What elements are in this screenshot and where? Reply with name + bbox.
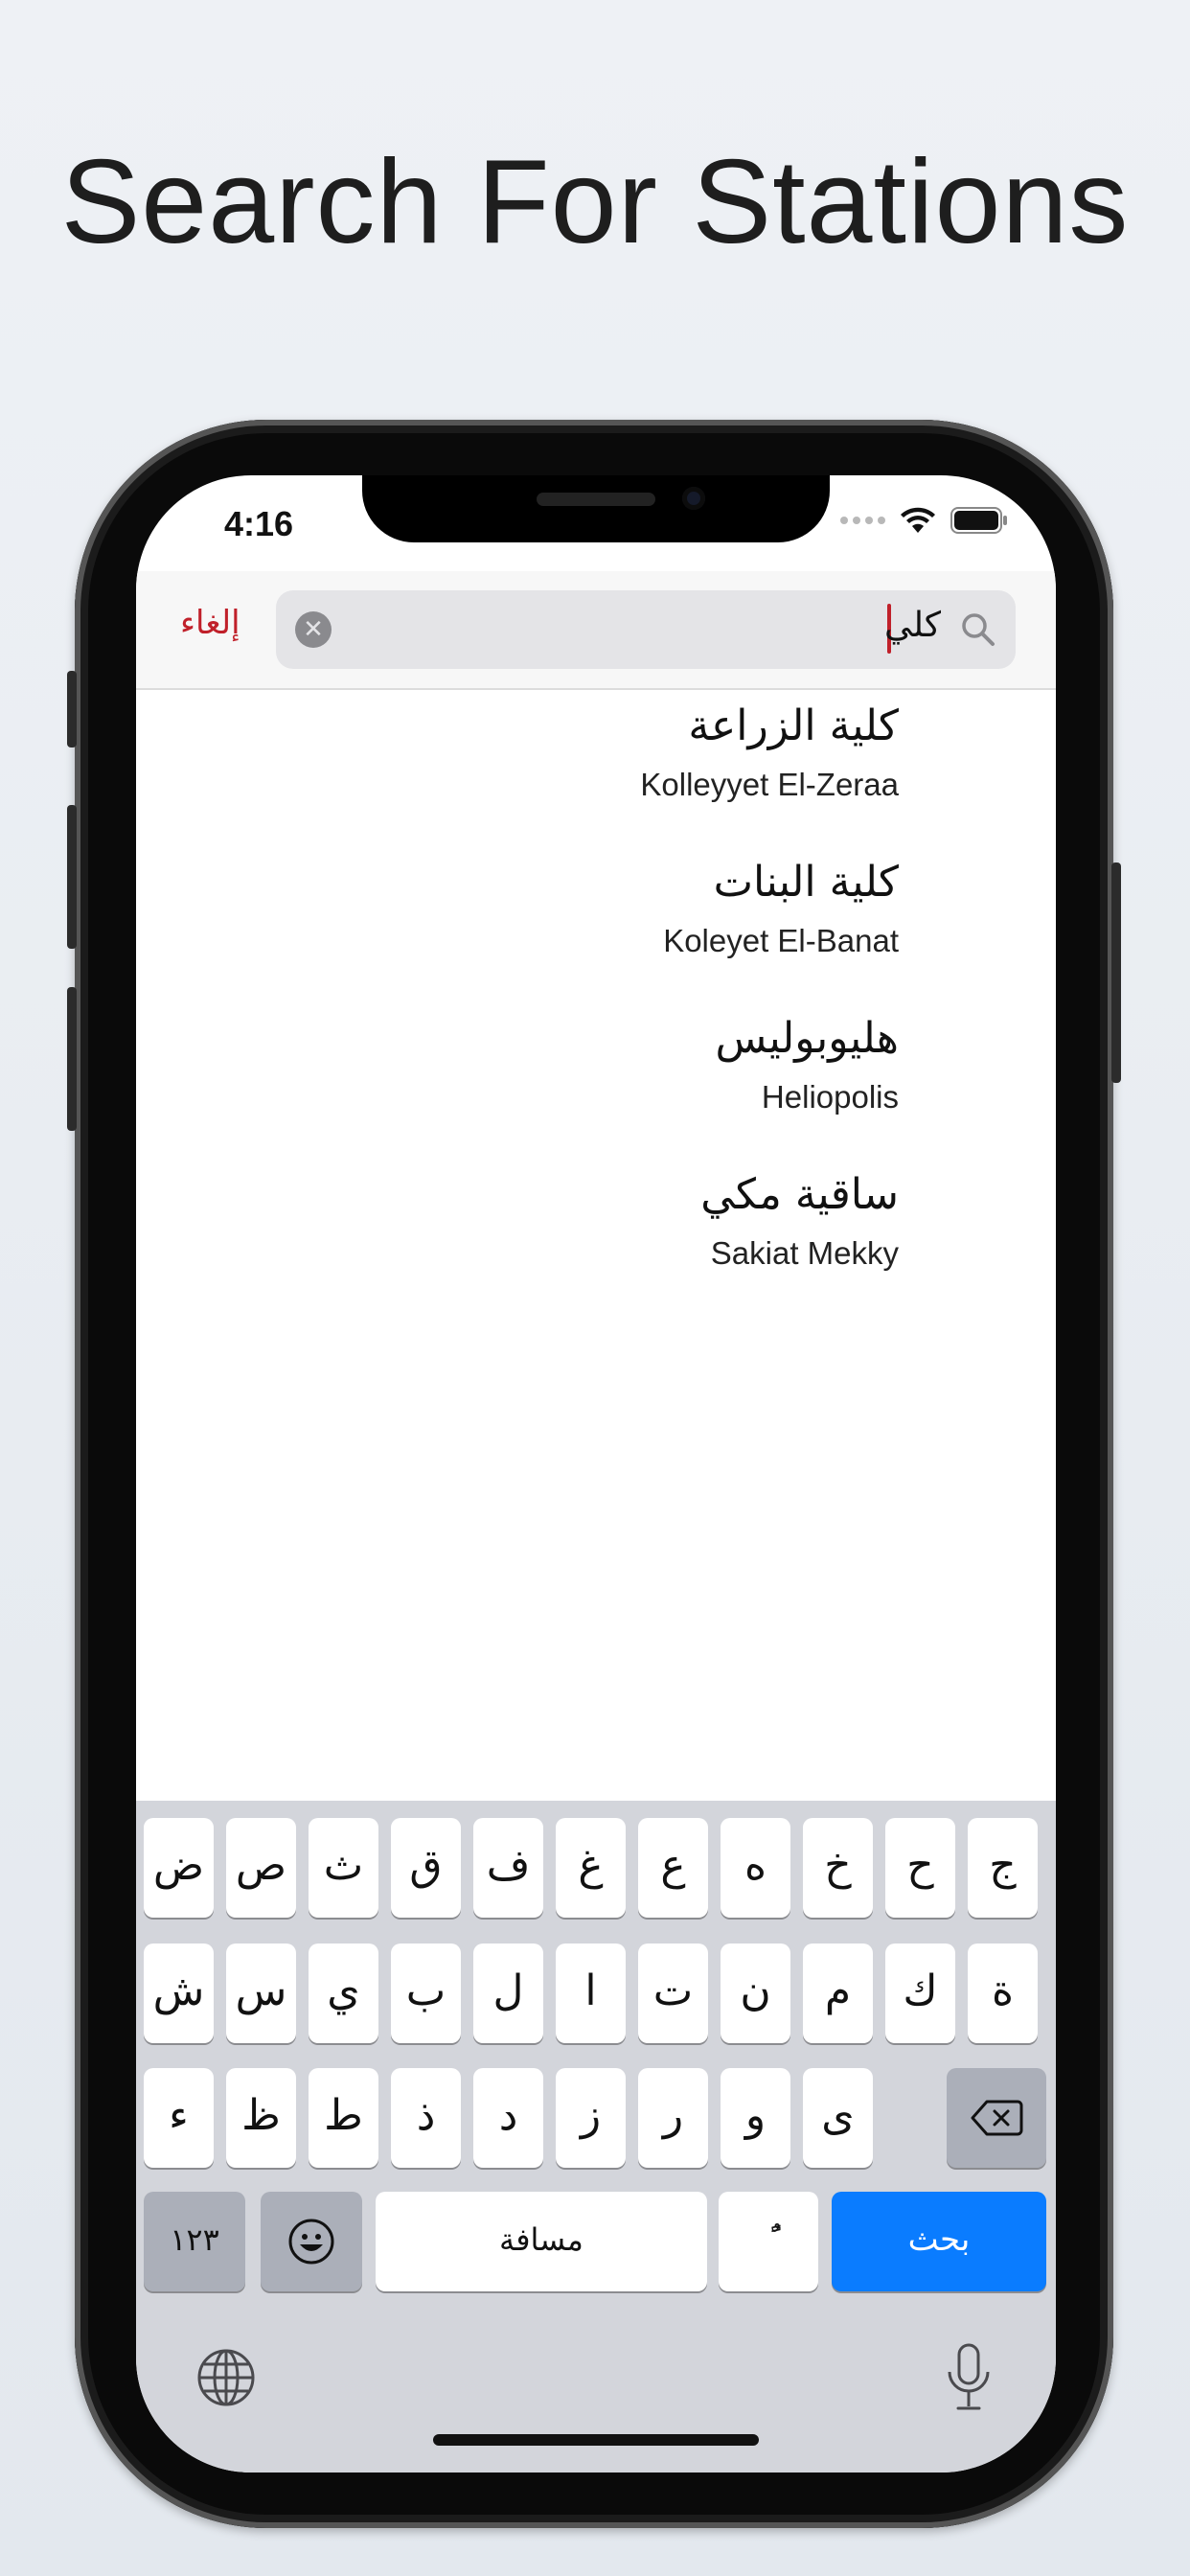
key[interactable]: ي: [309, 1944, 378, 2043]
phone-screen: 4:16 إلغاء ✕ كلي كلي ة الزراعة Kolleyyet …: [136, 475, 1056, 2472]
key[interactable]: ط: [309, 2068, 378, 2168]
numbers-key[interactable]: ١٢٣: [144, 2192, 245, 2291]
key[interactable]: غ: [556, 1818, 626, 1918]
emoji-key[interactable]: [261, 2192, 362, 2291]
status-time: 4:16: [224, 504, 294, 543]
key[interactable]: ة: [968, 1944, 1038, 2043]
front-camera: [682, 487, 705, 510]
backspace-icon: [971, 2100, 1023, 2136]
result-item[interactable]: هليوبوليس Heliopolis: [136, 1010, 1056, 1166]
key[interactable]: ن: [721, 1944, 790, 2043]
search-key[interactable]: بحث: [832, 2192, 1046, 2291]
emoji-icon: [288, 2219, 334, 2265]
key[interactable]: ج: [968, 1818, 1038, 1918]
page-headline: Search For Stations: [60, 136, 1130, 268]
station-name-arabic: كلية الزراعة: [688, 702, 899, 750]
key[interactable]: ء: [144, 2068, 214, 2168]
status-indicators: [840, 506, 1008, 535]
station-name-arabic: كلية البنات: [713, 858, 899, 907]
key[interactable]: ش: [144, 1944, 214, 2043]
key[interactable]: و: [721, 2068, 790, 2168]
search-bar: إلغاء ✕ كلي: [136, 571, 1056, 690]
station-name-arabic: هليوبوليس: [715, 1014, 899, 1063]
space-key[interactable]: مسافة: [376, 2192, 707, 2291]
station-name-english: Heliopolis: [761, 1079, 899, 1115]
key[interactable]: ث: [309, 1818, 378, 1918]
station-name-english: Sakiat Mekky: [710, 1235, 899, 1271]
microphone-icon[interactable]: [945, 2343, 993, 2412]
signal-dots-icon: [840, 517, 885, 524]
key[interactable]: ل: [473, 1944, 543, 2043]
volume-up-button: [67, 805, 77, 949]
key[interactable]: ظ: [226, 2068, 296, 2168]
key[interactable]: ح: [885, 1818, 955, 1918]
key[interactable]: ص: [226, 1818, 296, 1918]
key[interactable]: ر: [638, 2068, 708, 2168]
key[interactable]: ع: [638, 1818, 708, 1918]
key[interactable]: خ: [803, 1818, 873, 1918]
station-name-arabic: ساقية مكي: [700, 1170, 899, 1219]
home-indicator[interactable]: [433, 2434, 759, 2446]
speaker-grille: [537, 493, 655, 506]
station-name-english: Koleyet El-Banat: [663, 923, 899, 958]
station-name-english: Kolleyyet El-Zeraa: [640, 767, 899, 802]
results-list: كلية الزراعة Kolleyyet El-Zeraa كلية الب…: [136, 698, 1056, 1322]
result-item[interactable]: ساقية مكي Sakiat Mekky: [136, 1166, 1056, 1322]
key[interactable]: ى: [803, 2068, 873, 2168]
battery-icon: [950, 507, 1007, 534]
key[interactable]: ت: [638, 1944, 708, 2043]
result-item[interactable]: كلية البنات Koleyet El-Banat: [136, 854, 1056, 1010]
search-query: كلي: [883, 606, 941, 645]
globe-icon[interactable]: [195, 2347, 257, 2408]
cancel-button[interactable]: إلغاء: [180, 604, 240, 642]
key[interactable]: ب: [391, 1944, 461, 2043]
key[interactable]: ذ: [391, 2068, 461, 2168]
key[interactable]: ق: [391, 1818, 461, 1918]
result-item[interactable]: كلية الزراعة Kolleyyet El-Zeraa: [136, 698, 1056, 854]
key[interactable]: ه: [721, 1818, 790, 1918]
volume-down-button: [67, 987, 77, 1131]
keyboard: ض ص ث ق ف غ ع ه خ ح ج ش س ي ب ل ا ت ن م …: [136, 1801, 1056, 2472]
power-button: [1111, 862, 1121, 1083]
mute-switch: [67, 671, 77, 748]
key[interactable]: ف: [473, 1818, 543, 1918]
key[interactable]: س: [226, 1944, 296, 2043]
key[interactable]: م: [803, 1944, 873, 2043]
clear-icon[interactable]: ✕: [295, 611, 332, 648]
wifi-icon: [901, 507, 935, 533]
magnifier-icon: [962, 613, 995, 646]
key[interactable]: ز: [556, 2068, 626, 2168]
search-input[interactable]: ✕ كلي: [276, 590, 1016, 669]
tanween-key[interactable]: ًٌ: [719, 2192, 818, 2291]
key[interactable]: ك: [885, 1944, 955, 2043]
notch: [362, 475, 830, 542]
key[interactable]: ا: [556, 1944, 626, 2043]
key[interactable]: ض: [144, 1818, 214, 1918]
backspace-key[interactable]: [947, 2068, 1046, 2168]
key[interactable]: د: [473, 2068, 543, 2168]
